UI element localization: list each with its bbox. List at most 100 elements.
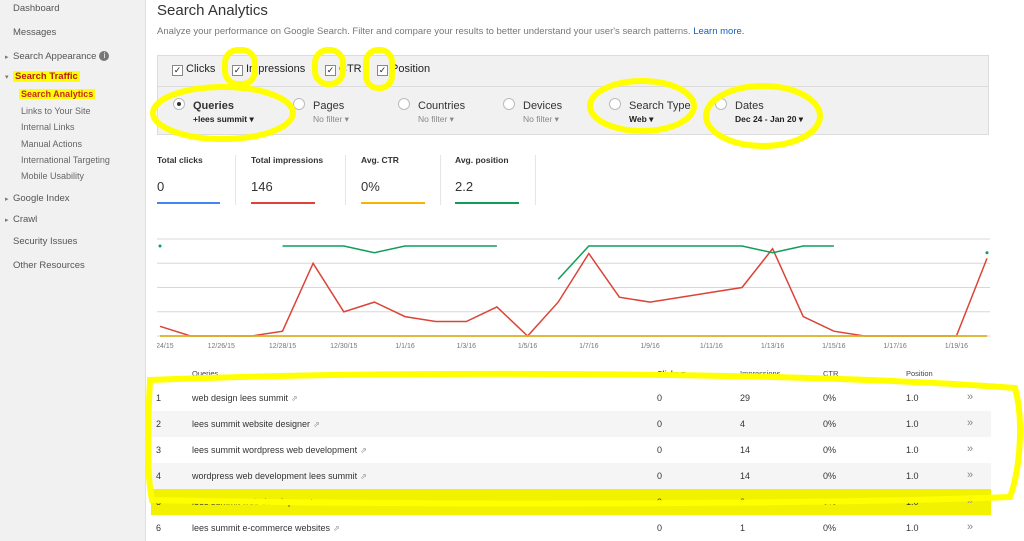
radio-selected-icon[interactable]	[173, 98, 185, 110]
external-link-icon[interactable]: ⇗	[360, 472, 367, 481]
performance-chart: 12/24/15 12/26/15 12/28/15 12/30/15 1/1/16 1/…	[157, 238, 990, 350]
chevron-down-icon: ▾	[5, 74, 9, 81]
x-tick-label: 1/17/16	[883, 343, 906, 350]
query-text: lees summit e-commerce websites	[192, 523, 331, 533]
query-text: web design lees summit	[192, 393, 289, 403]
sidebar-item-google-index[interactable]: ▸ Google Index	[5, 193, 70, 204]
external-link-icon[interactable]: ⇗	[316, 498, 323, 507]
external-link-icon[interactable]: ⇗	[313, 420, 320, 429]
dimension-devices[interactable]: Devices No filter ▾	[503, 96, 562, 124]
double-chevron-right-icon[interactable]: »	[967, 417, 973, 429]
x-tick-label: 1/11/16	[700, 343, 723, 350]
clicks-cell: 0	[657, 393, 663, 403]
sidebar-item-dashboard[interactable]: Dashboard	[13, 3, 59, 14]
checkmark-icon: ✓	[377, 65, 388, 76]
sidebar-item-other-resources[interactable]: Other Resources	[13, 260, 85, 271]
position-cell: 1.0	[906, 523, 919, 533]
table-row[interactable]: 2 lees summit website designer ⇗ 0 4 0% 1…	[151, 411, 991, 437]
metric-total-clicks[interactable]: Total clicks 0	[157, 155, 220, 205]
sidebar-item-search-traffic[interactable]: ▾ Search Traffic	[5, 71, 80, 82]
devices-filter-dropdown[interactable]: No filter ▾	[523, 114, 559, 125]
sidebar-item-mobile-usability[interactable]: Mobile Usability	[21, 171, 84, 181]
impressions-cell: 1	[740, 523, 746, 533]
double-chevron-right-icon[interactable]: »	[967, 469, 973, 481]
sidebar-item-links-to-your-site[interactable]: Links to Your Site	[21, 106, 91, 116]
dimension-queries[interactable]: Queries +lees summit ▾	[173, 96, 254, 124]
dimension-pages[interactable]: Pages No filter ▾	[293, 96, 349, 124]
sidebar-item-label: Other Resources	[13, 260, 85, 271]
checkbox-label: Clicks	[186, 63, 216, 75]
column-header-position[interactable]: Position	[906, 369, 933, 378]
x-tick-label: 12/28/15	[269, 343, 296, 350]
position-checkbox[interactable]: ✓ Position	[377, 63, 430, 76]
impressions-checkbox[interactable]: ✓ Impressions	[232, 63, 305, 76]
pages-filter-dropdown[interactable]: No filter ▾	[313, 114, 349, 125]
sidebar-item-internal-links[interactable]: Internal Links	[21, 122, 75, 132]
dimension-label: Countries	[418, 100, 466, 112]
search-type-dropdown[interactable]: Web ▾	[629, 114, 653, 125]
double-chevron-right-icon[interactable]: »	[967, 391, 973, 403]
sidebar-item-security-issues[interactable]: Security Issues	[13, 236, 77, 247]
column-header-clicks[interactable]: Clicks ▾	[657, 369, 685, 378]
x-tick-label: 1/7/16	[579, 343, 599, 350]
double-chevron-right-icon[interactable]: »	[967, 443, 973, 455]
sidebar-item-label: Manual Actions	[21, 139, 83, 149]
dimension-countries[interactable]: Countries No filter ▾	[398, 96, 466, 124]
clicks-checkbox[interactable]: ✓ Clicks	[172, 63, 215, 76]
radio-icon[interactable]	[293, 98, 305, 110]
table-row[interactable]: 6 lees summit e-commerce websites ⇗ 0 1 0…	[151, 515, 991, 541]
learn-more-link[interactable]: Learn more.	[693, 26, 744, 37]
sidebar-item-manual-actions[interactable]: Manual Actions	[21, 139, 82, 149]
ctr-checkbox[interactable]: ✓ CTR	[325, 63, 362, 76]
metric-total-impressions[interactable]: Total impressions 146	[251, 155, 345, 205]
dimension-dates[interactable]: Dates Dec 24 - Jan 20 ▾	[715, 96, 803, 124]
external-link-icon[interactable]: ⇗	[333, 524, 340, 533]
table-row[interactable]: 5 lees summit web development ⇗ 0 3 0% 1.…	[151, 489, 991, 515]
sidebar-item-messages[interactable]: Messages	[13, 27, 56, 38]
query-cell: lees summit web development ⇗	[192, 497, 323, 507]
column-header-impressions[interactable]: Impressions	[740, 369, 780, 378]
metric-label: Avg. position	[455, 155, 509, 165]
x-tick-label: 12/24/15	[157, 343, 174, 350]
sidebar-item-search-analytics[interactable]: Search Analytics	[19, 89, 96, 99]
column-header-ctr[interactable]: CTR	[823, 369, 838, 378]
external-link-icon[interactable]: ⇗	[291, 394, 298, 403]
info-icon[interactable]: i	[99, 51, 110, 62]
metric-color-bar	[157, 202, 220, 204]
sidebar-item-label: Messages	[13, 27, 57, 38]
radio-icon[interactable]	[398, 98, 410, 110]
radio-icon[interactable]	[715, 98, 727, 110]
metric-label: Total clicks	[157, 155, 203, 165]
clicks-cell: 0	[657, 445, 663, 455]
query-cell: web design lees summit ⇗	[192, 393, 298, 403]
query-text: lees summit wordpress web development	[192, 445, 358, 455]
column-header-queries[interactable]: Queries	[192, 369, 218, 378]
radio-icon[interactable]	[503, 98, 515, 110]
series-point-position	[985, 251, 989, 255]
metric-avg-ctr[interactable]: Avg. CTR 0%	[361, 155, 441, 205]
external-link-icon[interactable]: ⇗	[360, 446, 367, 455]
metric-separator	[235, 155, 236, 205]
chevron-right-icon: ▸	[5, 196, 9, 203]
queries-filter-dropdown[interactable]: +lees summit ▾	[193, 114, 254, 125]
sidebar-item-search-appearance[interactable]: ▸ Search Appearance i	[5, 51, 110, 62]
radio-icon[interactable]	[609, 98, 621, 110]
double-chevron-right-icon[interactable]: »	[967, 495, 973, 507]
countries-filter-dropdown[interactable]: No filter ▾	[418, 114, 454, 125]
sidebar-item-international-targeting[interactable]: International Targeting	[21, 155, 110, 165]
sidebar-item-label: Crawl	[13, 214, 38, 225]
table-row[interactable]: 4 wordpress web development lees summit ⇗…	[151, 463, 991, 489]
sidebar-item-crawl[interactable]: ▸ Crawl	[5, 214, 37, 225]
metric-color-bar	[455, 202, 519, 204]
table-row[interactable]: 3 lees summit wordpress web development ⇗…	[151, 437, 991, 463]
table-row[interactable]: 1 web design lees summit ⇗ 0 29 0% 1.0 »	[151, 385, 991, 411]
query-cell: wordpress web development lees summit ⇗	[192, 471, 367, 481]
dimension-search-type[interactable]: Search Type Web ▾	[609, 96, 691, 124]
position-cell: 1.0	[906, 419, 919, 429]
metric-value: 0	[157, 179, 165, 194]
sidebar-item-label: International Targeting	[21, 155, 110, 165]
double-chevron-right-icon[interactable]: »	[967, 521, 973, 533]
metric-avg-position[interactable]: Avg. position 2.2	[455, 155, 535, 205]
dates-dropdown[interactable]: Dec 24 - Jan 20 ▾	[735, 114, 803, 125]
x-tick-label: 12/26/15	[208, 343, 235, 350]
